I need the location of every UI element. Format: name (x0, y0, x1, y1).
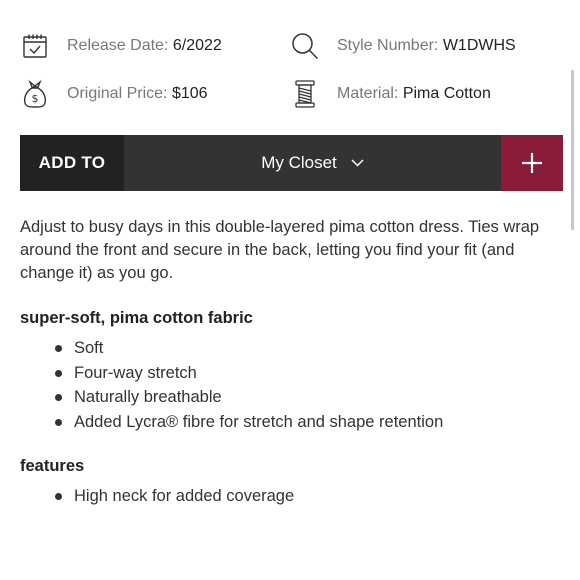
plus-icon (522, 153, 542, 173)
release-date-value: 6/2022 (172, 37, 222, 54)
description-text: Adjust to busy days in this double-layer… (20, 218, 540, 282)
section-title: features (20, 457, 85, 475)
calendar-icon (20, 31, 50, 61)
original-price-value: $106 (171, 85, 208, 102)
product-description: Adjust to busy days in this double-layer… (20, 216, 560, 530)
release-date: Release Date: 6/2022 (20, 31, 290, 61)
style-number-value: W1DWHS (442, 37, 516, 54)
meta-row: Release Date: 6/2022 Style Number: W1DWH… (20, 22, 560, 70)
section-title: super-soft, pima cotton fabric (20, 309, 253, 327)
list-item: Soft (20, 336, 560, 361)
style-number-label: Style Number: (337, 37, 439, 54)
scrollbar[interactable] (571, 70, 574, 230)
money-bag-icon: $ (20, 79, 50, 109)
fabric-list: Soft Four-way stretch Naturally breathab… (20, 336, 560, 434)
material-label: Material: (337, 85, 399, 102)
add-to-label: ADD TO (20, 135, 124, 191)
original-price-label: Original Price: (67, 85, 168, 102)
thread-spool-icon (290, 79, 320, 109)
chevron-down-icon (351, 159, 364, 167)
product-meta: Release Date: 6/2022 Style Number: W1DWH… (20, 22, 560, 118)
add-to-bar: ADD TO My Closet (20, 135, 563, 191)
original-price: $ Original Price: $106 (20, 79, 290, 109)
meta-row: $ Original Price: $106 Material: Pima Co… (20, 70, 560, 118)
closet-dropdown-value: My Closet (261, 153, 337, 172)
search-icon (290, 31, 320, 61)
list-item: Four-way stretch (20, 361, 560, 386)
features-list: High neck for added coverage (20, 484, 560, 509)
add-button[interactable] (501, 135, 563, 191)
material-value: Pima Cotton (402, 85, 491, 102)
style-number: Style Number: W1DWHS (290, 31, 560, 61)
list-item: Naturally breathable (20, 385, 560, 410)
svg-text:$: $ (32, 92, 39, 105)
release-date-label: Release Date: (67, 37, 169, 54)
list-item: High neck for added coverage (20, 484, 560, 509)
list-item: Added Lycra® fibre for stretch and shape… (20, 410, 560, 435)
closet-dropdown[interactable]: My Closet (124, 135, 501, 191)
material: Material: Pima Cotton (290, 79, 560, 109)
